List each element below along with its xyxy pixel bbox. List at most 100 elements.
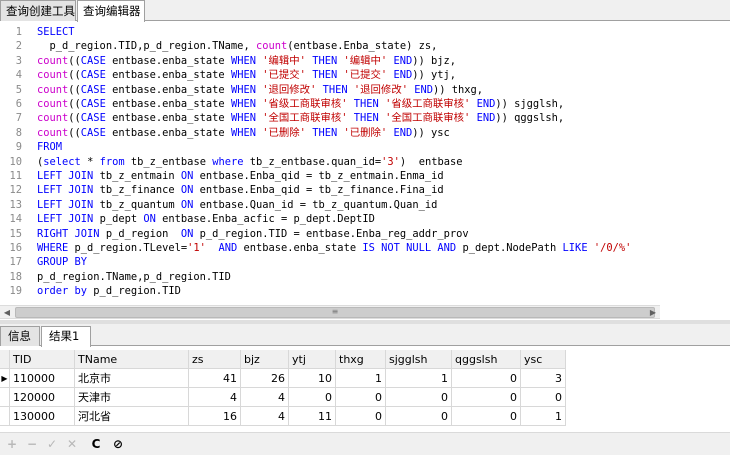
tab-query-builder[interactable]: 查询创建工具 bbox=[0, 0, 76, 21]
cell-ysc[interactable]: 0 bbox=[521, 388, 566, 407]
code-line[interactable]: 19 order by p_d_region.TID bbox=[0, 284, 730, 298]
sql-text: entbase.Quan_id = tb_z_quantum.Quan_id bbox=[193, 198, 438, 211]
line-number: 1 bbox=[15, 26, 22, 38]
cell-bjz[interactable]: 26 bbox=[241, 369, 289, 388]
code-line[interactable]: 14 LEFT JOIN p_dept ON entbase.Enba_acfic… bbox=[0, 212, 730, 226]
code-line[interactable]: 10 (select * from tb_z_entbase where tb_z… bbox=[0, 155, 730, 169]
code-line[interactable]: 1 SELECT bbox=[0, 25, 730, 39]
column-header-ytj[interactable]: ytj bbox=[289, 350, 336, 369]
discard-changes-icon[interactable]: ✕ bbox=[64, 436, 80, 452]
cell-tid[interactable]: 130000 bbox=[10, 407, 75, 426]
sql-text: (( bbox=[68, 112, 81, 125]
column-header-thxg[interactable]: thxg bbox=[336, 350, 386, 369]
code-line[interactable]: 18 p_d_region.TName,p_d_region.TID bbox=[0, 270, 730, 284]
add-record-icon[interactable]: + bbox=[4, 436, 20, 452]
cell-thxg[interactable]: 0 bbox=[336, 388, 386, 407]
tab-query-editor[interactable]: 查询编辑器 bbox=[77, 0, 145, 22]
apply-changes-icon[interactable]: ✓ bbox=[44, 436, 60, 452]
sql-text: )) sjgglsh, bbox=[495, 98, 565, 110]
sql-text: tb_z_finance bbox=[93, 184, 181, 197]
cell-bjz[interactable]: 4 bbox=[241, 388, 289, 407]
column-header-tid[interactable]: TID bbox=[10, 350, 75, 369]
code-line[interactable]: 7 count((CASE entbase.enba_state WHEN '全国… bbox=[0, 111, 730, 125]
scroll-left-arrow-icon[interactable]: ◀ bbox=[0, 306, 14, 319]
sql-keyword: CASE bbox=[80, 69, 106, 82]
cell-tname[interactable]: 北京市 bbox=[75, 369, 189, 388]
tab-info[interactable]: 信息 bbox=[0, 326, 40, 346]
cell-tname[interactable]: 河北省 bbox=[75, 407, 189, 426]
cell-thxg[interactable]: 0 bbox=[336, 407, 386, 426]
sql-keyword: LEFT JOIN bbox=[37, 213, 94, 226]
code-line[interactable]: 9 FROM bbox=[0, 140, 730, 154]
cell-sjgglsh[interactable]: 1 bbox=[386, 369, 452, 388]
cell-qggslsh[interactable]: 0 bbox=[452, 407, 521, 426]
cell-qggslsh[interactable]: 0 bbox=[452, 369, 521, 388]
sql-string: '1' bbox=[187, 242, 206, 254]
table-row[interactable]: 130000 河北省 16 4 11 0 0 0 1 bbox=[0, 407, 566, 426]
line-number: 14 bbox=[9, 213, 22, 226]
column-header-tname[interactable]: TName bbox=[75, 350, 189, 369]
code-line[interactable]: 16 WHERE p_d_region.TLevel='1' AND entbas… bbox=[0, 241, 730, 255]
sql-editor[interactable]: 1 SELECT 2 p_d_region.TID,p_d_region.TName… bbox=[0, 22, 730, 305]
code-text: LEFT JOIN tb_z_quantum ON entbase.Quan_i… bbox=[37, 198, 437, 212]
delete-record-icon[interactable]: − bbox=[24, 436, 40, 452]
sql-text: p_d_region.TID bbox=[87, 285, 181, 298]
cell-bjz[interactable]: 4 bbox=[241, 407, 289, 426]
cell-tname[interactable]: 天津市 bbox=[75, 388, 189, 407]
row-selector[interactable] bbox=[0, 388, 10, 407]
sql-text: tb_z_entbase bbox=[124, 155, 213, 168]
cell-tid[interactable]: 110000 bbox=[10, 369, 75, 388]
cell-tid[interactable]: 120000 bbox=[10, 388, 75, 407]
sql-text: p_d_region bbox=[99, 227, 181, 240]
stop-icon[interactable]: ⊘ bbox=[110, 436, 126, 452]
sql-keyword: ON bbox=[180, 184, 194, 197]
column-header-qggslsh[interactable]: qggslsh bbox=[452, 350, 521, 369]
editor-horizontal-scrollbar[interactable]: ◀ ≡ ▶ bbox=[0, 305, 660, 319]
sql-function: count bbox=[37, 69, 69, 82]
code-line[interactable]: 6 count((CASE entbase.enba_state WHEN '省级… bbox=[0, 97, 730, 111]
code-line[interactable]: 2 p_d_region.TID,p_d_region.TName, count… bbox=[0, 39, 730, 53]
current-row-indicator-icon[interactable]: ▶ bbox=[0, 369, 10, 388]
column-header-sjgglsh[interactable]: sjgglsh bbox=[386, 350, 452, 369]
sql-string: '编辑中' bbox=[343, 54, 388, 67]
code-text: WHERE p_d_region.TLevel='1' AND entbase.… bbox=[37, 241, 631, 255]
code-line[interactable]: 13 LEFT JOIN tb_z_quantum ON entbase.Quan… bbox=[0, 198, 730, 212]
cell-ytj[interactable]: 0 bbox=[289, 388, 336, 407]
refresh-icon[interactable]: C bbox=[88, 436, 104, 452]
row-selector[interactable] bbox=[0, 407, 10, 426]
column-header-zs[interactable]: zs bbox=[189, 350, 241, 369]
cell-ytj[interactable]: 11 bbox=[289, 407, 336, 426]
sql-keyword: THEN bbox=[312, 126, 338, 139]
cell-ysc[interactable]: 1 bbox=[521, 407, 566, 426]
cell-ytj[interactable]: 10 bbox=[289, 369, 336, 388]
scrollbar-thumb[interactable]: ≡ bbox=[15, 307, 655, 318]
code-line[interactable]: 4 count((CASE entbase.enba_state WHEN '已提… bbox=[0, 68, 730, 82]
sql-text: (( bbox=[68, 69, 81, 82]
code-line[interactable]: 3 count((CASE entbase.enba_state WHEN '编辑… bbox=[0, 54, 730, 68]
sql-text: entbase.enba_state bbox=[237, 242, 363, 254]
code-line[interactable]: 17 GROUP BY bbox=[0, 255, 730, 269]
cell-qggslsh[interactable]: 0 bbox=[452, 388, 521, 407]
sql-keyword: WHEN bbox=[230, 83, 256, 96]
code-line[interactable]: 8 count((CASE entbase.enba_state WHEN '已删… bbox=[0, 126, 730, 140]
table-row[interactable]: ▶ 110000 北京市 41 26 10 1 1 0 3 bbox=[0, 369, 566, 388]
code-line[interactable]: 12 LEFT JOIN tb_z_finance ON entbase.Enba… bbox=[0, 183, 730, 197]
cell-zs[interactable]: 16 bbox=[189, 407, 241, 426]
cell-sjgglsh[interactable]: 0 bbox=[386, 388, 452, 407]
cell-zs[interactable]: 41 bbox=[189, 369, 241, 388]
cell-ysc[interactable]: 3 bbox=[521, 369, 566, 388]
cell-sjgglsh[interactable]: 0 bbox=[386, 407, 452, 426]
line-number: 7 bbox=[15, 112, 22, 125]
column-header-bjz[interactable]: bjz bbox=[241, 350, 289, 369]
tab-result-1[interactable]: 结果1 bbox=[41, 326, 91, 347]
code-line[interactable]: 15 RIGHT JOIN p_d_region ON p_d_region.TI… bbox=[0, 227, 730, 241]
scroll-right-arrow-icon[interactable]: ▶ bbox=[646, 306, 660, 319]
cell-zs[interactable]: 4 bbox=[189, 388, 241, 407]
sql-keyword: LEFT JOIN bbox=[37, 184, 94, 197]
code-line[interactable]: 11 LEFT JOIN tb_z_entmain ON entbase.Enba… bbox=[0, 169, 730, 183]
column-header-ysc[interactable]: ysc bbox=[521, 350, 566, 369]
cell-thxg[interactable]: 1 bbox=[336, 369, 386, 388]
table-row[interactable]: 120000 天津市 4 4 0 0 0 0 0 bbox=[0, 388, 566, 407]
scrollbar-grip-icon: ≡ bbox=[331, 307, 339, 316]
code-line[interactable]: 5 count((CASE entbase.enba_state WHEN '退回… bbox=[0, 83, 730, 97]
